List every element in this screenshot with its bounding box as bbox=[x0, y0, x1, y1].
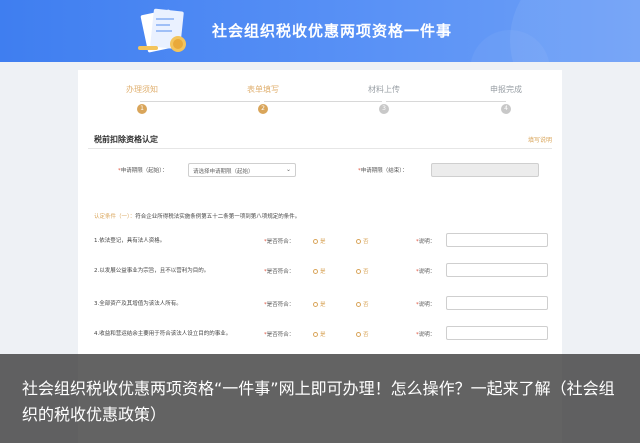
criteria-row: 1.依法登记，具有法人资格。 *是否符合： 是 否 *说明： bbox=[78, 233, 562, 249]
explanation-input[interactable] bbox=[446, 326, 548, 340]
step-label: 材料上传 bbox=[368, 85, 400, 94]
criteria-text: 3.全部资产及其增值为该法人所有。 bbox=[94, 301, 182, 307]
section-divider bbox=[88, 148, 552, 149]
step-label: 表单填写 bbox=[247, 85, 279, 94]
radio-yes[interactable]: 是 bbox=[313, 330, 326, 338]
page-title: 社会组织税收优惠两项资格一件事 bbox=[212, 22, 453, 40]
start-date-select[interactable]: 请选择申请期限（起始） ⌄ bbox=[188, 163, 296, 177]
caption-text: 社会组织税收优惠两项资格“一件事”网上即可办理！怎么操作？一起来了解（社会组织的… bbox=[22, 379, 615, 424]
help-link[interactable]: 填写说明 bbox=[528, 135, 552, 144]
section-title: 税前扣除资格认定 bbox=[94, 135, 158, 144]
step-number: 1 bbox=[137, 104, 147, 114]
step-upload[interactable]: 材料上传 3 bbox=[344, 84, 424, 114]
header-banner: 社会组织税收优惠两项资格一件事 bbox=[0, 0, 640, 62]
documents-illustration-icon bbox=[138, 8, 186, 53]
criteria-row: 2.以发展公益事业为宗旨，且不以营利为目的。 *是否符合： 是 否 *说明： bbox=[78, 263, 562, 279]
criteria-text: 4.收益和营运结余主要用于符合该法人设立目的的事业。 bbox=[94, 331, 232, 337]
radio-circle-icon bbox=[313, 239, 318, 244]
condition-heading: 认定条件（一）：符合企业所得税法实施条例第五十二条第一项到第八项规定的条件。 bbox=[94, 214, 301, 220]
start-date-value: 请选择申请期限（起始） bbox=[193, 169, 254, 175]
step-label: 办理须知 bbox=[126, 85, 158, 94]
step-number: 2 bbox=[258, 104, 268, 114]
radio-yes[interactable]: 是 bbox=[313, 300, 326, 308]
radio-no[interactable]: 否 bbox=[356, 267, 369, 275]
radio-no[interactable]: 否 bbox=[356, 300, 369, 308]
criteria-row: 3.全部资产及其增值为该法人所有。 *是否符合： 是 否 *说明： bbox=[78, 296, 562, 312]
explanation-input[interactable] bbox=[446, 296, 548, 310]
explanation-label: *说明： bbox=[416, 302, 436, 308]
explanation-input[interactable] bbox=[446, 233, 548, 247]
radio-circle-icon bbox=[313, 302, 318, 307]
step-label: 申报完成 bbox=[490, 85, 522, 94]
criteria-text: 2.以发展公益事业为宗旨，且不以营利为目的。 bbox=[94, 268, 210, 274]
explanation-label: *说明： bbox=[416, 332, 436, 338]
radio-no[interactable]: 否 bbox=[356, 330, 369, 338]
radio-circle-icon bbox=[356, 302, 361, 307]
criteria-text: 1.依法登记，具有法人资格。 bbox=[94, 238, 166, 244]
caption-overlay: 社会组织税收优惠两项资格“一件事”网上即可办理！怎么操作？一起来了解（社会组织的… bbox=[0, 354, 640, 443]
radio-circle-icon bbox=[356, 239, 361, 244]
radio-circle-icon bbox=[356, 269, 361, 274]
step-notice[interactable]: 办理须知 1 bbox=[102, 84, 182, 114]
compliance-label: *是否符合： bbox=[264, 239, 295, 245]
radio-circle-icon bbox=[356, 332, 361, 337]
compliance-label: *是否符合： bbox=[264, 269, 295, 275]
criteria-row: 4.收益和营运结余主要用于符合该法人设立目的的事业。 *是否符合： 是 否 *说… bbox=[78, 326, 562, 342]
radio-circle-icon bbox=[313, 332, 318, 337]
step-number: 4 bbox=[501, 104, 511, 114]
explanation-input[interactable] bbox=[446, 263, 548, 277]
compliance-label: *是否符合： bbox=[264, 332, 295, 338]
explanation-label: *说明： bbox=[416, 269, 436, 275]
start-date-label: *申请期限（起始）： bbox=[118, 168, 168, 174]
explanation-label: *说明： bbox=[416, 239, 436, 245]
progress-stepper: 办理须知 1 表单填写 2 材料上传 3 申报完成 4 bbox=[78, 84, 562, 114]
radio-circle-icon bbox=[313, 269, 318, 274]
step-form[interactable]: 表单填写 2 bbox=[223, 84, 303, 114]
radio-yes[interactable]: 是 bbox=[313, 267, 326, 275]
radio-yes[interactable]: 是 bbox=[313, 237, 326, 245]
step-number: 3 bbox=[379, 104, 389, 114]
compliance-label: *是否符合： bbox=[264, 302, 295, 308]
end-date-label: *申请期限（结束）： bbox=[358, 168, 408, 174]
chevron-down-icon: ⌄ bbox=[285, 166, 291, 173]
radio-no[interactable]: 否 bbox=[356, 237, 369, 245]
step-complete[interactable]: 申报完成 4 bbox=[466, 84, 546, 114]
end-date-input[interactable] bbox=[431, 163, 539, 177]
